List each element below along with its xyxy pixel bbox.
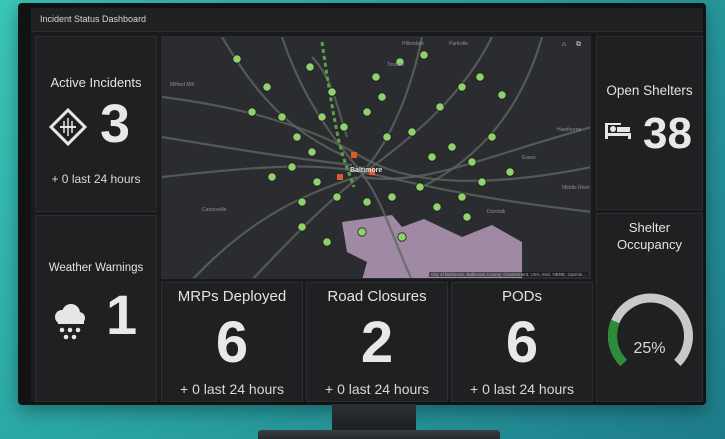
- pods-count: 6: [505, 310, 539, 375]
- road-closures-label: Road Closures: [327, 288, 427, 305]
- road-closures-panel[interactable]: Road Closures 2 + 0 last 24 hours: [306, 282, 448, 402]
- map-place-label: Hillendale: [402, 41, 424, 47]
- map-marker: [447, 142, 457, 152]
- map-road: [192, 175, 358, 278]
- map-marker: [497, 90, 507, 100]
- map-marker: [419, 50, 429, 60]
- active-incidents-delta: + 0 last 24 hours: [51, 172, 141, 186]
- road-closures-count: 2: [360, 310, 394, 375]
- map-region: [342, 215, 522, 278]
- active-incidents-panel[interactable]: Active Incidents 3 + 0 last 24 hours: [35, 36, 157, 212]
- map-marker: [475, 72, 485, 82]
- map-marker: [287, 162, 297, 172]
- pods-panel[interactable]: PODs 6 + 0 last 24 hours: [451, 282, 593, 402]
- shelter-occupancy-label-line1: Shelter: [628, 220, 671, 235]
- map-marker: [332, 192, 342, 202]
- map-marker: [382, 132, 392, 142]
- map-marker: [462, 212, 472, 222]
- open-shelters-label: Open Shelters: [606, 83, 693, 98]
- active-incidents-count: 3: [100, 94, 131, 154]
- map-marker: [371, 72, 381, 82]
- mrps-deployed-count: 6: [215, 310, 249, 375]
- road-closures-delta: + 0 last 24 hours: [325, 381, 429, 397]
- map-marker: [487, 132, 497, 142]
- map-marker: [277, 112, 287, 122]
- map-marker: [432, 202, 442, 212]
- map-marker: [377, 92, 387, 102]
- map-place-label: Middle River: [562, 185, 590, 191]
- map-marker: [457, 192, 467, 202]
- weather-warnings-panel[interactable]: Weather Warnings 1: [35, 215, 157, 402]
- map-marker: [327, 87, 337, 97]
- open-shelters-count: 38: [643, 109, 692, 158]
- map-marker: [362, 107, 372, 117]
- map-marker: [477, 177, 487, 187]
- map-marker: [247, 107, 257, 117]
- mrps-deployed-label: MRPs Deployed: [177, 288, 287, 305]
- shelter-occupancy-label-line2: Occupancy: [616, 237, 683, 252]
- map-marker: [312, 177, 322, 187]
- map-marker: [307, 147, 317, 157]
- map-marker: [297, 197, 307, 207]
- map-place-label: Essex: [522, 155, 536, 161]
- map-marker: [427, 152, 437, 162]
- map-marker: [397, 232, 407, 242]
- occupancy-percent: 25%: [633, 340, 666, 357]
- map-marker: [317, 112, 327, 122]
- dashboard-title: Incident Status Dashboard: [40, 14, 147, 24]
- pods-delta: + 0 last 24 hours: [470, 381, 574, 397]
- incident-map[interactable]: Hillendale Parkville Milford Mill Towson…: [161, 36, 591, 279]
- map-marker: [357, 227, 367, 237]
- weather-warnings-count: 1: [106, 283, 138, 346]
- map-attribution: City of Baltimore, Baltimore County, Gov…: [429, 272, 588, 277]
- map-marker: [435, 102, 445, 112]
- map-city-label: Baltimore: [350, 167, 383, 174]
- open-shelters-panel[interactable]: Open Shelters 38: [596, 36, 703, 210]
- shelter-occupancy-panel[interactable]: Shelter Occupancy 25%: [596, 213, 703, 402]
- bed-icon: [603, 117, 633, 148]
- map-marker: [322, 237, 332, 247]
- map-place-label: Catonsville: [202, 207, 227, 213]
- map-marker: [305, 62, 315, 72]
- map-marker: [467, 157, 477, 167]
- map-marker: [415, 182, 425, 192]
- map-road: [366, 37, 424, 168]
- map-place-label: Milford Mill: [170, 82, 194, 88]
- weather-warnings-label: Weather Warnings: [48, 262, 144, 274]
- map-marker: [457, 82, 467, 92]
- map-marker: [232, 54, 242, 64]
- map-place-label: Dundalk: [487, 209, 506, 215]
- map-marker: [267, 172, 277, 182]
- mrps-deployed-panel[interactable]: MRPs Deployed 6 + 0 last 24 hours: [161, 282, 303, 402]
- dashboard-header: Incident Status Dashboard: [31, 8, 703, 32]
- pods-label: PODs: [501, 288, 542, 305]
- map-marker: [505, 167, 515, 177]
- map-incident-marker: [337, 174, 343, 180]
- map-marker: [262, 82, 272, 92]
- map-road: [421, 37, 544, 188]
- map-place-label: Parkville: [449, 41, 468, 47]
- map-marker: [297, 222, 307, 232]
- map-marker: [339, 122, 349, 132]
- rain-cloud-icon: [50, 302, 88, 347]
- map-marker: [387, 192, 397, 202]
- map-marker: [362, 197, 372, 207]
- map-marker: [292, 132, 302, 142]
- monitor-stand-base: [258, 430, 500, 439]
- map-place-label: Towson: [387, 62, 404, 68]
- map-road: [162, 135, 353, 167]
- map-marker: [407, 127, 417, 137]
- home-icon[interactable]: ⌂: [562, 41, 566, 48]
- active-incidents-label: Active Incidents: [50, 75, 142, 90]
- map-incident-marker: [351, 152, 357, 158]
- dashboard-screen: Incident Status Dashboard Active Inciden…: [31, 8, 703, 402]
- map-place-label: Hawthorne: [557, 127, 582, 133]
- mrps-deployed-delta: + 0 last 24 hours: [180, 381, 284, 397]
- layers-icon[interactable]: ⧉: [576, 41, 581, 49]
- hazard-diamond-icon: [48, 107, 88, 152]
